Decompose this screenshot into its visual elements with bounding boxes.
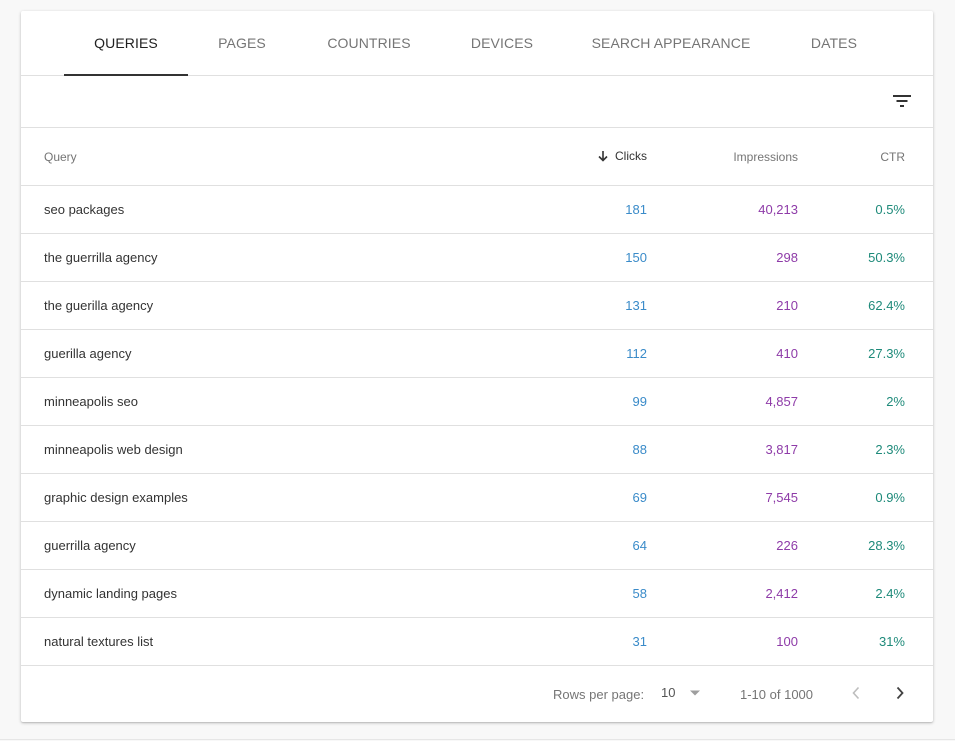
clicks-cell: 112 (558, 329, 647, 378)
impressions-cell: 298 (647, 233, 798, 282)
impressions-cell: 410 (647, 329, 798, 378)
chevron-right-icon (896, 686, 904, 700)
ctr-cell: 2.3% (798, 425, 905, 474)
ctr-cell: 0.9% (798, 473, 905, 522)
impressions-cell: 40,213 (647, 185, 798, 234)
next-page-button[interactable] (888, 681, 912, 705)
chevron-left-icon (852, 686, 860, 700)
column-header-clicks[interactable]: Clicks (558, 128, 647, 186)
column-header-impressions[interactable]: Impressions (647, 128, 798, 186)
pagination-footer: Rows per page: 10 1-10 of 1000 (21, 667, 933, 722)
queries-table: Query Clicks Impressions CTR seo package… (21, 128, 933, 666)
table-row[interactable]: minneapolis web design 88 3,817 2.3% (21, 425, 933, 474)
query-cell: natural textures list (21, 617, 558, 666)
tab-label: COUNTRIES (327, 35, 411, 51)
column-header-query[interactable]: Query (21, 128, 558, 186)
clicks-cell: 181 (558, 185, 647, 234)
table-body: seo packages 181 40,213 0.5% the guerrilla a… (21, 185, 933, 666)
query-cell: guerrilla agency (21, 521, 558, 570)
tab-label: DEVICES (470, 35, 534, 51)
impressions-cell: 210 (647, 281, 798, 330)
page-divider (0, 739, 955, 740)
ctr-cell: 2% (798, 377, 905, 426)
tab-label: DATES (810, 35, 858, 51)
ctr-cell: 2.4% (798, 569, 905, 618)
rows-per-page-label: Rows per page: (553, 687, 645, 702)
table-row[interactable]: the guerrilla agency 150 298 50.3% (21, 233, 933, 282)
page-range-text: 1-10 of 1000 (740, 687, 814, 702)
table-header-row: Query Clicks Impressions CTR (21, 128, 933, 186)
dropdown-arrow-icon (690, 690, 701, 695)
tab-countries[interactable]: COUNTRIES (317, 11, 421, 75)
column-header-ctr[interactable]: CTR (798, 128, 905, 186)
query-cell: the guerrilla agency (21, 233, 558, 282)
tab-label: SEARCH APPEARANCE (591, 35, 751, 51)
previous-page-button[interactable] (844, 681, 868, 705)
clicks-cell: 99 (558, 377, 647, 426)
impressions-cell: 3,817 (647, 425, 798, 474)
impressions-cell: 4,857 (647, 377, 798, 426)
query-cell: minneapolis seo (21, 377, 558, 426)
ctr-cell: 0.5% (798, 185, 905, 234)
query-cell: guerilla agency (21, 329, 558, 378)
clicks-cell: 69 (558, 473, 647, 522)
table-toolbar (21, 76, 933, 128)
sort-control[interactable]: Clicks (597, 149, 647, 163)
table-row[interactable]: the guerilla agency 131 210 62.4% (21, 281, 933, 330)
table-row[interactable]: graphic design examples 69 7,545 0.9% (21, 473, 933, 522)
ctr-cell: 31% (798, 617, 905, 666)
table-row[interactable]: seo packages 181 40,213 0.5% (21, 185, 933, 234)
impressions-cell: 2,412 (647, 569, 798, 618)
tab-devices[interactable]: DEVICES (457, 11, 547, 75)
impressions-cell: 7,545 (647, 473, 798, 522)
arrow-down-icon (598, 150, 608, 162)
ctr-cell: 50.3% (798, 233, 905, 282)
ctr-cell: 28.3% (798, 521, 905, 570)
tab-label: PAGES (218, 35, 266, 51)
filter-button[interactable] (887, 86, 917, 116)
rows-per-page-select[interactable]: 10 (661, 685, 701, 700)
tab-search-appearance[interactable]: SEARCH APPEARANCE (587, 11, 755, 75)
clicks-cell: 88 (558, 425, 647, 474)
tab-pages[interactable]: PAGES (202, 11, 282, 75)
query-cell: dynamic landing pages (21, 569, 558, 618)
clicks-cell: 64 (558, 521, 647, 570)
table-row[interactable]: dynamic landing pages 58 2,412 2.4% (21, 569, 933, 618)
table-row[interactable]: minneapolis seo 99 4,857 2% (21, 377, 933, 426)
table-row[interactable]: guerilla agency 112 410 27.3% (21, 329, 933, 378)
clicks-cell: 150 (558, 233, 647, 282)
tab-dates[interactable]: DATES (799, 11, 869, 75)
filter-list-icon (893, 95, 911, 107)
rows-per-page-value: 10 (661, 685, 676, 700)
ctr-cell: 62.4% (798, 281, 905, 330)
ctr-cell: 27.3% (798, 329, 905, 378)
table-row[interactable]: guerrilla agency 64 226 28.3% (21, 521, 933, 570)
query-cell: graphic design examples (21, 473, 558, 522)
query-cell: minneapolis web design (21, 425, 558, 474)
performance-table-card: QUERIES PAGES COUNTRIES DEVICES SEARCH A… (21, 11, 933, 722)
impressions-cell: 100 (647, 617, 798, 666)
dimension-tabs: QUERIES PAGES COUNTRIES DEVICES SEARCH A… (21, 11, 933, 76)
table-row[interactable]: natural textures list 31 100 31% (21, 617, 933, 666)
tab-queries[interactable]: QUERIES (64, 11, 188, 76)
tab-label: QUERIES (94, 35, 158, 51)
impressions-cell: 226 (647, 521, 798, 570)
clicks-cell: 31 (558, 617, 647, 666)
query-cell: seo packages (21, 185, 558, 234)
query-cell: the guerilla agency (21, 281, 558, 330)
clicks-cell: 58 (558, 569, 647, 618)
clicks-cell: 131 (558, 281, 647, 330)
